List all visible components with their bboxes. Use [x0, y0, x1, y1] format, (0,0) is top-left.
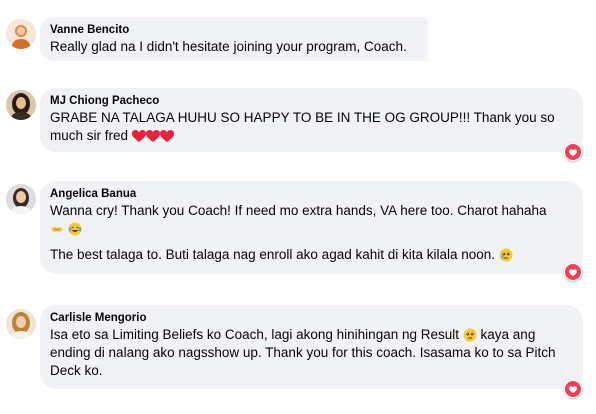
handshake-emoji-icon	[50, 221, 68, 236]
comment-text: Really glad na I didn't hesitate joining…	[50, 38, 420, 56]
comment-author[interactable]: Angelica Banua	[50, 187, 573, 202]
avatar[interactable]	[6, 19, 36, 49]
comment-line: much sir fred	[50, 127, 573, 145]
red-heart-emoji-icon	[131, 128, 174, 143]
avatar-image-icon	[6, 309, 36, 339]
avatar[interactable]	[6, 309, 36, 339]
comment-line: The best talaga to. Buti talaga nag enro…	[50, 247, 496, 262]
comment-line-text: Isa eto sa Limiting Beliefs ko Coach, la…	[50, 327, 459, 342]
avatar[interactable]	[6, 184, 36, 214]
comment-line-text: much sir fred	[50, 128, 129, 143]
comment-author[interactable]: Carlisle Mengorio	[50, 311, 573, 326]
comment-line: GRABE NA TALAGA HUHU SO HAPPY TO BE IN T…	[50, 110, 555, 125]
avatar-image-icon	[6, 184, 36, 214]
heart-reaction-icon[interactable]	[564, 380, 582, 398]
avatar-image-icon	[6, 19, 36, 49]
comment-line: Isa eto sa Limiting Beliefs ko Coach, la…	[50, 326, 573, 344]
comment-line: Deck ko.	[50, 363, 103, 378]
comment-bubble: Angelica Banua Wanna cry! Thank you Coac…	[40, 181, 583, 274]
crying-face-emoji-icon	[499, 247, 513, 262]
bubble-fade	[424, 17, 430, 61]
comment-author[interactable]: Vanne Bencito	[50, 23, 420, 38]
comment-bubble: MJ Chiong Pacheco GRABE NA TALAGA HUHU S…	[40, 88, 583, 152]
avatar-image-icon	[6, 90, 36, 120]
sad-face-emoji-icon	[463, 327, 481, 342]
comment-bubble: Vanne Bencito Really glad na I didn't he…	[40, 17, 430, 61]
comment-author[interactable]: MJ Chiong Pacheco	[50, 94, 573, 109]
laughing-tears-emoji-icon	[68, 221, 82, 236]
comment-bubble: Carlisle Mengorio Isa eto sa Limiting Be…	[40, 305, 583, 389]
comment-line: Wanna cry! Thank you Coach! If need mo e…	[50, 203, 547, 218]
comment-text: GRABE NA TALAGA HUHU SO HAPPY TO BE IN T…	[50, 109, 573, 145]
comment-line: ending di nalang ako nagsshow up. Thank …	[50, 345, 556, 360]
comment-paragraph: The best talaga to. Buti talaga nag enro…	[50, 246, 573, 264]
comment-paragraph: Wanna cry! Thank you Coach! If need mo e…	[50, 202, 573, 238]
avatar[interactable]	[6, 90, 36, 120]
heart-reaction-icon[interactable]	[564, 263, 582, 281]
heart-reaction-icon[interactable]	[564, 143, 582, 161]
comment-text: Wanna cry! Thank you Coach! If need mo e…	[50, 202, 573, 264]
comment-line-text: kaya ang	[480, 327, 536, 342]
comment-line: Really glad na I didn't hesitate joining…	[50, 39, 407, 54]
comment-text: Isa eto sa Limiting Beliefs ko Coach, la…	[50, 326, 573, 380]
